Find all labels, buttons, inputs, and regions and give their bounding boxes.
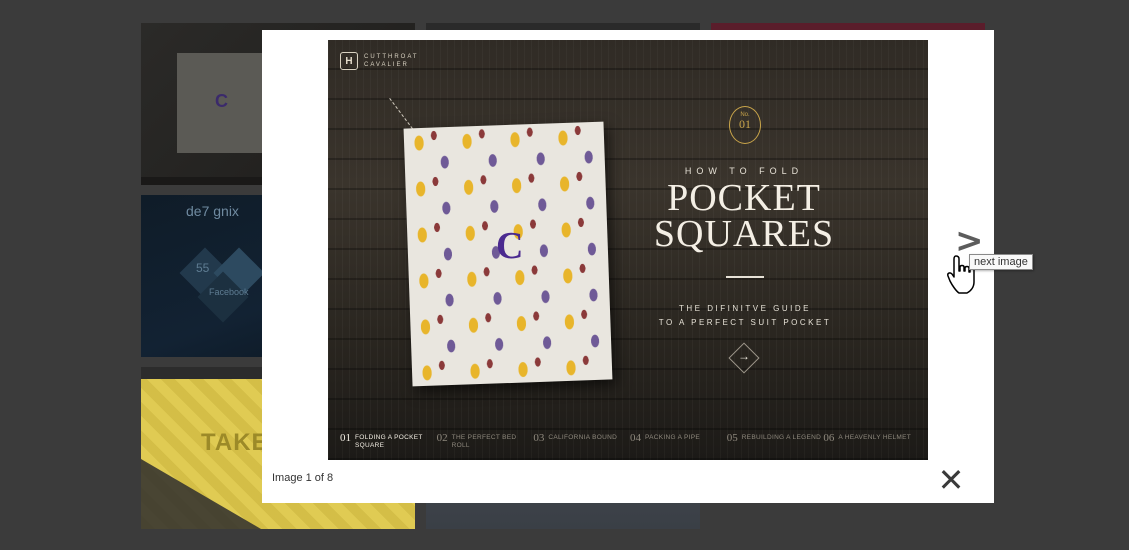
monogram: C [496, 225, 524, 267]
subtitle-line-2: TO A PERFECT SUIT POCKET [658, 318, 832, 327]
next-image-tooltip: next image [969, 254, 1033, 270]
headline: POCKET SQUARES [634, 177, 854, 255]
thumb-triangle [141, 459, 261, 529]
chapter-item[interactable]: 04 PACKING A PIPE [630, 432, 727, 450]
chapter-name: PACKING A PIPE [645, 434, 701, 441]
brand-logo: H CUTTHROAT CAVALIER [340, 52, 424, 70]
chapter-name: A HEAVENLY HELMET [838, 434, 912, 441]
chapter-number: 01 [340, 432, 351, 444]
brand-mark-icon: H [340, 52, 358, 70]
chapter-item[interactable]: 06 A HEAVENLY HELMET [823, 432, 920, 450]
chapter-number: 06 [823, 432, 835, 444]
chapter-name: REBUILDING A LEGEND [741, 434, 822, 441]
next-image-button[interactable]: > [955, 224, 984, 258]
thumb-facebook-label: Facebook [209, 287, 249, 297]
chapter-name: FOLDING A POCKET SQUARE [355, 434, 423, 449]
chapter-number: 04 [630, 432, 642, 444]
chapter-name: CALIFORNIA BOUND [548, 434, 618, 441]
chapter-number: 03 [533, 432, 545, 444]
subtitle: THE DIFINITVE GUIDE TO A PERFECT SUIT PO… [634, 302, 856, 330]
chapter-number: 05 [726, 432, 738, 444]
brand-name: CUTTHROAT CAVALIER [364, 54, 419, 68]
chapter-item[interactable]: 03 CALIFORNIA BOUND [533, 432, 630, 450]
lightbox-image[interactable]: H CUTTHROAT CAVALIER C No. 01 HOW TO FOL… [328, 40, 928, 460]
subtitle-line-1: THE DIFINITVE GUIDE [679, 304, 811, 313]
thumb-title: de7 gnix [186, 203, 239, 219]
chapter-item[interactable]: 02 THE PERFECT BED ROLL [437, 432, 534, 450]
issue-badge: No. 01 [729, 106, 761, 144]
chapter-name: THE PERFECT BED ROLL [451, 434, 517, 449]
headline-line-1: POCKET [667, 177, 821, 219]
chapter-nav: 01 FOLDING A POCKET SQUARE 02 THE PERFEC… [340, 432, 920, 450]
badge-number: 01 [739, 117, 751, 131]
chapter-item[interactable]: 05 REBUILDING A LEGEND [727, 432, 824, 450]
chapter-number: 02 [436, 432, 448, 444]
thumb-number: 55 [196, 261, 210, 275]
kicker-text: HOW TO FOLD [684, 166, 804, 176]
lightbox-modal: H CUTTHROAT CAVALIER C No. 01 HOW TO FOL… [262, 30, 994, 503]
chapter-item[interactable]: 01 FOLDING A POCKET SQUARE [340, 432, 437, 450]
divider [726, 276, 764, 278]
thumb-monogram: C [215, 91, 228, 111]
thumb-headline: TAKE [201, 429, 269, 456]
image-counter: Image 1 of 8 [272, 472, 334, 484]
close-icon[interactable]: ✕ [935, 464, 967, 496]
arrow-right-icon: → [738, 349, 750, 363]
headline-line-2: SQUARES [653, 213, 835, 255]
